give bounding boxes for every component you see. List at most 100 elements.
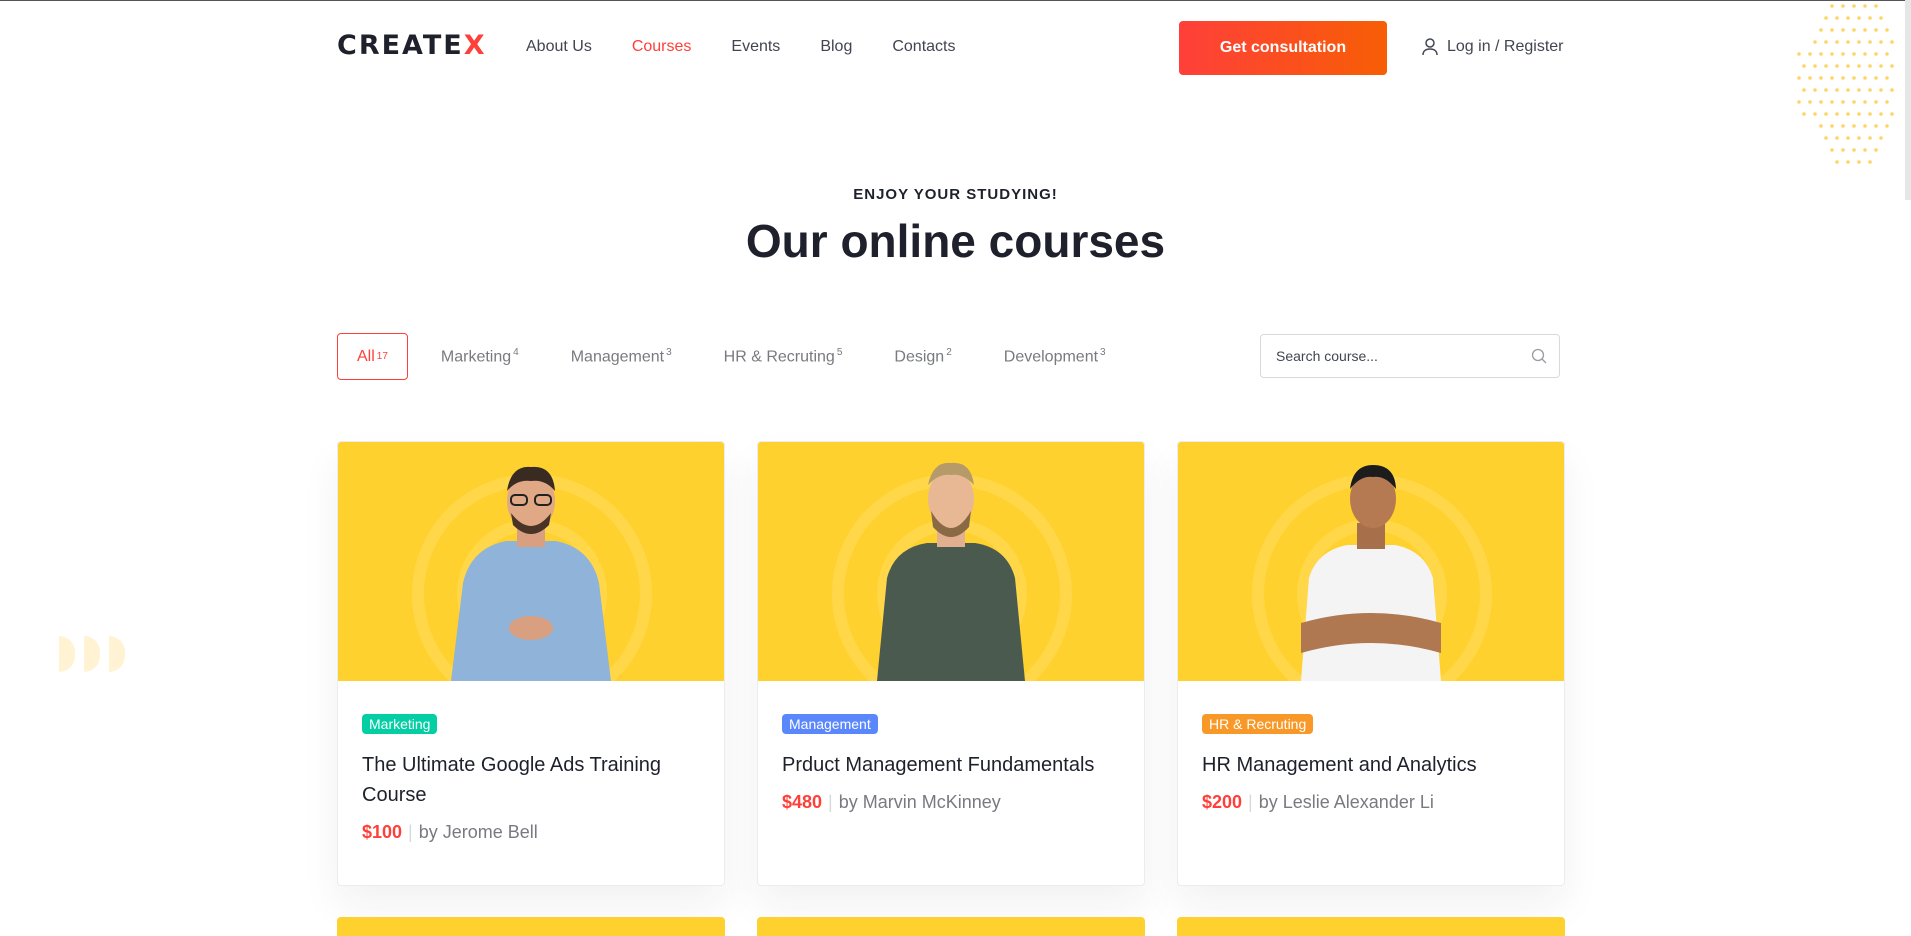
course-title[interactable]: HR Management and Analytics — [1202, 750, 1540, 780]
category-badge[interactable]: HR & Recruting — [1202, 714, 1314, 734]
deco-dot — [1841, 148, 1845, 152]
filter-label: Management — [570, 348, 665, 366]
deco-dot — [1879, 64, 1883, 68]
course-card[interactable]: Marketing The Ultimate Google Ads Traini… — [337, 441, 725, 886]
course-title[interactable]: Prduct Management Fundamentals — [782, 750, 1120, 780]
filter-management[interactable]: Management 3 — [571, 347, 672, 366]
filter-all[interactable]: All 17 — [337, 333, 408, 380]
deco-dot — [1813, 112, 1817, 116]
scrollbar[interactable] — [1905, 0, 1911, 200]
deco-dot — [1824, 64, 1828, 68]
filter-count: 5 — [836, 346, 843, 358]
login-register-link[interactable]: Log in / Register — [1422, 38, 1564, 56]
deco-dot — [1857, 64, 1861, 68]
deco-dot — [1874, 52, 1878, 56]
get-consultation-button[interactable]: Get consultation — [1179, 21, 1387, 75]
deco-dot — [1857, 136, 1861, 140]
nav-courses[interactable]: Courses — [632, 38, 692, 56]
course-price: $480 — [782, 792, 823, 812]
search-box — [1260, 334, 1560, 378]
deco-dot — [1802, 64, 1806, 68]
deco-dot — [1841, 52, 1845, 56]
course-image — [1178, 442, 1564, 681]
deco-dot — [1830, 100, 1834, 104]
deco-dot — [1830, 4, 1834, 8]
deco-dot — [1819, 124, 1823, 128]
deco-dot — [1879, 112, 1883, 116]
category-badge[interactable]: Marketing — [362, 714, 438, 734]
deco-dot — [1885, 124, 1889, 128]
deco-dot — [1890, 40, 1894, 44]
deco-dot — [1835, 16, 1839, 20]
deco-dot — [1890, 88, 1894, 92]
filter-label: Marketing — [440, 348, 512, 366]
deco-dot — [1824, 40, 1828, 44]
course-author: by Marvin McKinney — [838, 792, 1001, 812]
deco-dot — [1824, 16, 1828, 20]
deco-dot — [1879, 40, 1883, 44]
filter-count: 2 — [946, 346, 952, 358]
course-card-next[interactable] — [1177, 917, 1565, 936]
deco-dot — [1857, 112, 1861, 116]
search-input[interactable] — [1261, 335, 1511, 377]
course-title[interactable]: The Ultimate Google Ads Training Course — [362, 750, 700, 810]
filter-design[interactable]: Design 2 — [894, 347, 951, 366]
deco-dot — [1830, 124, 1834, 128]
arrows-decoration — [59, 636, 134, 672]
course-card-next[interactable] — [757, 917, 1145, 936]
deco-dot — [1830, 76, 1834, 80]
course-filters: All 17 Marketing 4 Management 3 HR & Recrut… — [337, 333, 1158, 380]
course-card-next[interactable] — [337, 917, 725, 936]
filter-hr-recruting[interactable]: HR & Recruting 5 — [724, 347, 843, 366]
deco-dot — [1813, 64, 1817, 68]
deco-dot — [1868, 40, 1872, 44]
nav-about-us[interactable]: About Us — [526, 38, 592, 56]
course-meta: $100 | by Jerome Bell — [362, 822, 538, 842]
deco-dot — [1874, 4, 1878, 8]
deco-dot — [1879, 16, 1883, 20]
filter-count: 3 — [1100, 346, 1106, 358]
course-card[interactable]: Management Prduct Management Fundamental… — [757, 441, 1145, 886]
filter-label: HR & Recruting — [723, 348, 835, 366]
deco-dot — [1835, 64, 1839, 68]
deco-dot — [1890, 112, 1894, 116]
course-price: $100 — [362, 822, 403, 842]
deco-dot — [1857, 160, 1861, 164]
filter-count: 3 — [666, 346, 672, 358]
deco-dot — [1846, 40, 1850, 44]
category-badge[interactable]: Management — [782, 714, 878, 734]
deco-dot — [1874, 76, 1878, 80]
deco-dot — [1857, 40, 1861, 44]
deco-dot — [1813, 88, 1817, 92]
course-author: by Leslie Alexander Li — [1258, 792, 1434, 812]
deco-dot — [1846, 112, 1850, 116]
deco-dot — [1885, 28, 1889, 32]
nav-blog[interactable]: Blog — [820, 38, 852, 56]
nav-events[interactable]: Events — [731, 38, 780, 56]
nav-contacts[interactable]: Contacts — [892, 38, 955, 56]
dots-decoration — [1797, 4, 1894, 164]
deco-dot — [1797, 52, 1801, 56]
course-card[interactable]: HR & Recruting HR Management and Analyti… — [1177, 441, 1565, 886]
filter-development[interactable]: Development 3 — [1004, 347, 1106, 366]
course-meta: $480 | by Marvin McKinney — [782, 792, 1001, 812]
deco-dot — [1830, 148, 1834, 152]
deco-dot — [1797, 76, 1801, 80]
deco-dot — [1874, 100, 1878, 104]
course-price: $200 — [1202, 792, 1243, 812]
filter-marketing[interactable]: Marketing 4 — [441, 347, 519, 366]
search-icon[interactable] — [1531, 348, 1547, 364]
deco-dot — [1846, 160, 1850, 164]
deco-dot — [1874, 148, 1878, 152]
deco-dot — [1852, 52, 1856, 56]
logo[interactable]: CREATEX — [337, 30, 487, 61]
deco-dot — [1808, 76, 1812, 80]
deco-dot — [1841, 124, 1845, 128]
deco-dot — [1813, 40, 1817, 44]
deco-dot — [1868, 64, 1872, 68]
deco-dot — [1863, 124, 1867, 128]
deco-dot — [1841, 76, 1845, 80]
deco-dot — [1797, 100, 1801, 104]
login-label: Log in / Register — [1447, 38, 1564, 55]
deco-dot — [1846, 64, 1850, 68]
